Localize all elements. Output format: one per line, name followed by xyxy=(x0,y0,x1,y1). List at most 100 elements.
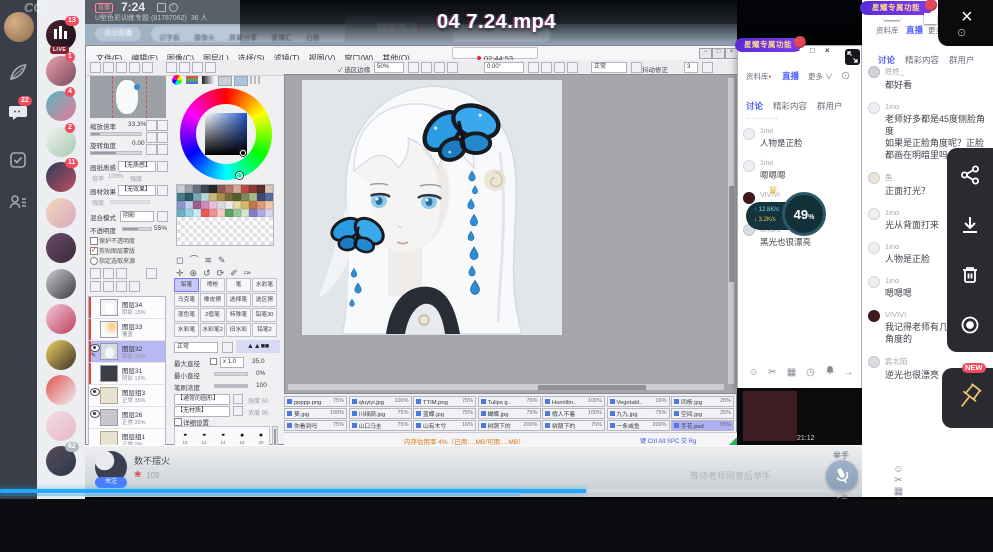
eyedropper-tool[interactable]: ✐ xyxy=(230,268,238,278)
color-swatch[interactable] xyxy=(217,209,225,217)
density-slider[interactable] xyxy=(214,384,248,388)
tool-button[interactable] xyxy=(116,62,127,73)
file-tab[interactable]: 同杨.jpg25% xyxy=(671,396,734,407)
rotate-button[interactable] xyxy=(528,62,539,73)
brush-preset[interactable]: 选择笔 xyxy=(226,293,251,307)
zoom-button[interactable] xyxy=(421,62,432,73)
file-tab[interactable]: 山口马圭75% xyxy=(349,420,412,431)
min-diameter-slider[interactable] xyxy=(214,372,248,376)
color-swatch[interactable] xyxy=(193,193,201,201)
visibility-eye-icon[interactable] xyxy=(90,344,100,352)
zoom-button[interactable] xyxy=(434,62,445,73)
color-swatch[interactable] xyxy=(217,185,225,193)
delete-button[interactable] xyxy=(959,264,981,286)
conversation-item[interactable] xyxy=(46,411,76,441)
emoji-icon[interactable]: ☺ xyxy=(744,367,763,378)
clipping-mask-checkbox[interactable]: ✓ xyxy=(90,247,98,255)
file-tab[interactable]: qiuyiyi.jpg100% xyxy=(349,396,412,407)
progress-fill[interactable] xyxy=(0,489,586,493)
color-swatch[interactable] xyxy=(201,209,209,217)
stabilizer-value[interactable]: 3 xyxy=(684,62,698,73)
window-maximize-icon[interactable]: □ xyxy=(712,48,725,59)
conversation-item[interactable] xyxy=(46,340,76,370)
stabilizer-button[interactable] xyxy=(702,62,713,73)
color-swatch[interactable] xyxy=(217,193,225,201)
zoom-button[interactable] xyxy=(447,62,458,73)
rgb-slider-icon[interactable] xyxy=(186,76,198,84)
contacts-icon[interactable] xyxy=(8,192,28,212)
new-layer-button[interactable] xyxy=(90,268,101,279)
file-tab[interactable]: 你看到吗75% xyxy=(284,420,347,431)
user-avatar[interactable] xyxy=(868,276,880,288)
share-button[interactable] xyxy=(959,164,981,186)
brush-size-option[interactable]: 10 xyxy=(176,428,194,445)
color-swatch[interactable] xyxy=(193,185,201,193)
canvas-area[interactable] xyxy=(284,74,738,394)
expand-icon[interactable] xyxy=(845,49,860,65)
canvas-hscrollbar[interactable] xyxy=(287,383,725,391)
hue-cursor[interactable] xyxy=(236,172,243,179)
file-tab[interactable]: TTIM.png75% xyxy=(413,396,476,407)
rotate-button[interactable] xyxy=(567,62,578,73)
tool-button[interactable] xyxy=(129,62,140,73)
opacity-slider[interactable] xyxy=(122,227,152,231)
color-swatch[interactable] xyxy=(249,209,257,217)
color-wheel[interactable] xyxy=(180,88,272,180)
file-tab[interactable]: 川绿颜.jpg75% xyxy=(349,408,412,419)
rotate-ccw-tool[interactable]: ↺ xyxy=(203,268,211,278)
layer-row[interactable]: ✎图层32阴影 15% xyxy=(89,341,165,363)
color-swatch[interactable] xyxy=(177,185,185,193)
chat-tab[interactable]: 精彩内容 xyxy=(773,101,807,111)
brush-preset[interactable]: 笔 xyxy=(226,278,251,292)
visibility-eye-icon[interactable] xyxy=(90,410,100,418)
tool-button[interactable] xyxy=(103,62,114,73)
user-avatar[interactable] xyxy=(868,310,880,322)
color-swatch[interactable] xyxy=(249,185,257,193)
color-swatch[interactable] xyxy=(249,201,257,209)
scissors-icon[interactable]: ✂ xyxy=(763,367,782,378)
settings-circle-icon[interactable]: ⊙ xyxy=(841,69,850,82)
color-swatch[interactable] xyxy=(241,185,249,193)
color-wheel-icon[interactable] xyxy=(172,75,182,85)
angle-value[interactable]: 0.00° xyxy=(484,62,524,73)
rotate-button[interactable] xyxy=(554,62,565,73)
brush-preset[interactable]: 混色笔 xyxy=(174,308,199,322)
color-swatch[interactable] xyxy=(185,185,193,193)
paper-texture-select[interactable]: 【无质感】 xyxy=(118,161,156,172)
file-tab[interactable]: 空间.jpg25% xyxy=(671,408,734,419)
visibility-eye-icon[interactable] xyxy=(90,388,100,396)
color-swatch[interactable] xyxy=(265,209,273,217)
conversation-item[interactable] xyxy=(46,304,76,334)
brush-preset[interactable]: 选区擦 xyxy=(252,293,277,307)
color-swatch[interactable] xyxy=(265,185,273,193)
material-effect-select[interactable]: 【无效果】 xyxy=(118,185,156,196)
color-swatch[interactable] xyxy=(265,201,273,209)
navigator[interactable] xyxy=(90,76,166,118)
color-swatch[interactable] xyxy=(185,209,193,217)
rotate-button[interactable] xyxy=(541,62,552,73)
color-swatch[interactable] xyxy=(225,201,233,209)
selection-source-radio[interactable] xyxy=(90,257,98,265)
color-swatch[interactable] xyxy=(241,193,249,201)
new-folder-button[interactable] xyxy=(103,268,114,279)
sv-cursor[interactable] xyxy=(240,150,246,156)
color-swatch[interactable] xyxy=(209,209,217,217)
tasks-icon[interactable] xyxy=(8,150,28,170)
color-swatch[interactable] xyxy=(257,185,265,193)
user-avatar[interactable] xyxy=(868,356,880,368)
file-tab[interactable]: 葵.jpg100% xyxy=(284,408,347,419)
layer-row[interactable]: 图层31阴影 15% xyxy=(89,363,165,385)
color-swatch[interactable] xyxy=(209,185,217,193)
file-tab[interactable]: 蓝蝶.jpg75% xyxy=(413,408,476,419)
brush-preset[interactable]: 橡皮擦 xyxy=(200,293,225,307)
history-icon[interactable]: ◷ xyxy=(801,367,820,378)
leaf-icon[interactable] xyxy=(8,62,28,82)
brush-preset[interactable]: 旧水彩 xyxy=(226,323,251,337)
color-swatch[interactable] xyxy=(209,193,217,201)
file-tab[interactable]: 九九.jpg75% xyxy=(607,408,670,419)
swatch-panel-icon[interactable] xyxy=(218,76,232,86)
layer-row[interactable]: 图层组3正常 35% xyxy=(89,385,165,407)
canvas-vscrollbar[interactable] xyxy=(727,77,735,385)
follow-button[interactable]: 关注 xyxy=(95,477,127,488)
tool-button[interactable] xyxy=(90,62,101,73)
